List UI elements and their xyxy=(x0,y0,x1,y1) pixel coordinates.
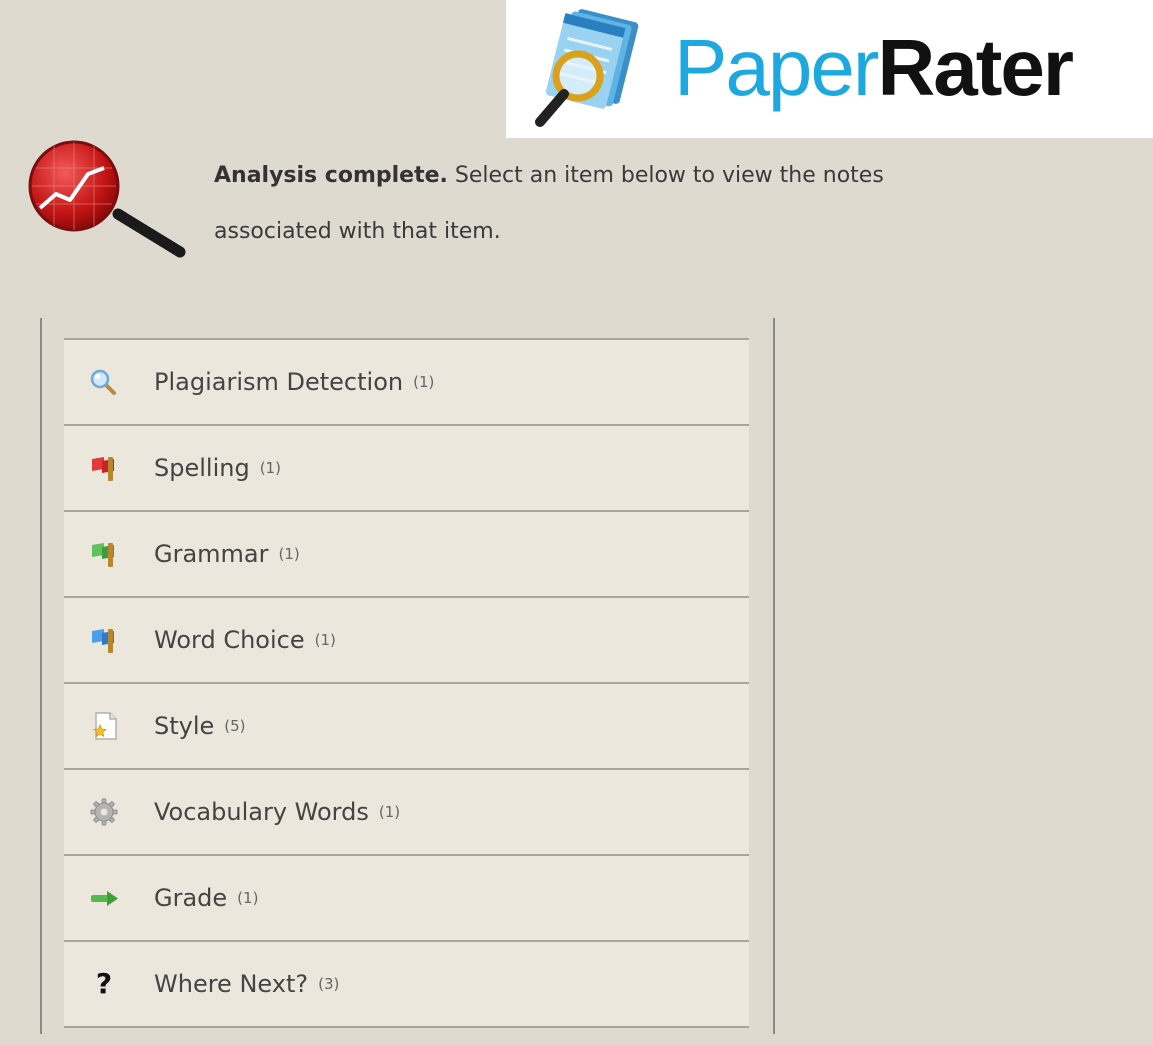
magnifier-over-paper-icon xyxy=(535,9,639,127)
menu-item-where-next[interactable]: ? Where Next? (3) xyxy=(64,942,749,1028)
menu-item-label: Spelling xyxy=(154,454,250,482)
menu-item-count: (5) xyxy=(224,717,246,735)
menu-item-label: Grade xyxy=(154,884,228,912)
panel-right-border xyxy=(773,318,775,1034)
logo-text-rater: Rater xyxy=(877,23,1074,112)
logo-text-paper: Paper xyxy=(674,23,879,112)
menu-item-label: Style xyxy=(154,712,215,740)
menu-item-vocabulary-words[interactable]: Vocabulary Words (1) xyxy=(64,770,749,856)
results-menu: Plagiarism Detection (1) Spelling (1) Gr… xyxy=(64,338,749,1028)
menu-item-grammar[interactable]: Grammar (1) xyxy=(64,512,749,598)
panel-left-border xyxy=(40,318,42,1034)
gear-icon xyxy=(80,797,128,827)
menu-item-word-choice[interactable]: Word Choice (1) xyxy=(64,598,749,684)
menu-item-label: Vocabulary Words xyxy=(154,798,369,826)
question-icon: ? xyxy=(80,969,128,999)
red-flag-icon xyxy=(80,453,128,483)
green-arrow-icon xyxy=(80,883,128,913)
logo-text: PaperRater xyxy=(674,20,1074,116)
analysis-heading: Analysis complete. xyxy=(214,163,448,188)
menu-item-label: Word Choice xyxy=(154,626,305,654)
menu-item-spelling[interactable]: Spelling (1) xyxy=(64,426,749,512)
analysis-message: Analysis complete. Select an item below … xyxy=(214,148,914,260)
menu-item-count: (1) xyxy=(314,631,336,649)
menu-item-count: (3) xyxy=(318,975,340,993)
menu-item-label: Grammar xyxy=(154,540,269,568)
red-chart-magnifier-icon xyxy=(28,140,186,258)
menu-item-count: (1) xyxy=(278,545,300,563)
menu-item-label: Where Next? xyxy=(154,970,309,998)
question-glyph: ? xyxy=(95,967,113,1000)
menu-item-plagiarism-detection[interactable]: Plagiarism Detection (1) xyxy=(64,340,749,426)
paperrater-logo[interactable]: PaperRater xyxy=(506,0,1153,138)
menu-item-style[interactable]: Style (5) xyxy=(64,684,749,770)
magnifier-icon xyxy=(80,367,128,397)
star-page-icon xyxy=(80,711,128,741)
menu-item-count: (1) xyxy=(413,373,435,391)
menu-item-grade[interactable]: Grade (1) xyxy=(64,856,749,942)
green-flag-icon xyxy=(80,539,128,569)
menu-item-count: (1) xyxy=(237,889,259,907)
blue-flag-icon xyxy=(80,625,128,655)
menu-item-label: Plagiarism Detection xyxy=(154,368,404,396)
menu-item-count: (1) xyxy=(259,459,281,477)
menu-item-count: (1) xyxy=(378,803,401,821)
